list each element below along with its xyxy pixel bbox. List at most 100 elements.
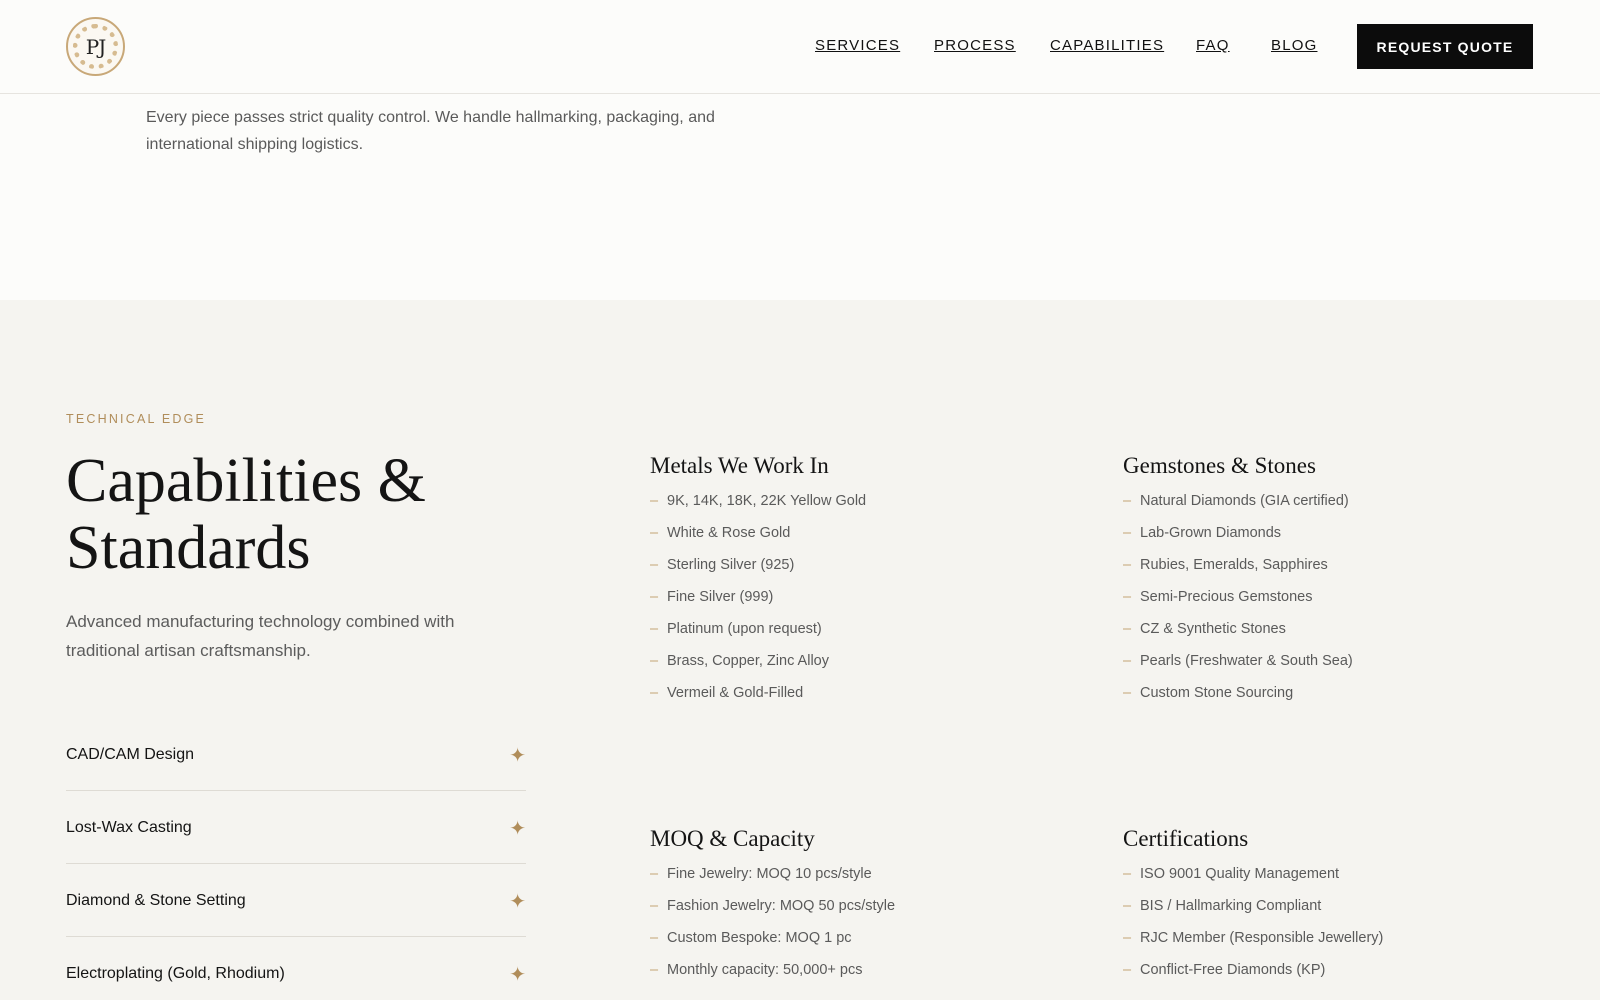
list-item-text: Custom Stone Sourcing (1140, 685, 1294, 701)
list-item: – Fashion Jewelry: MOQ 50 pcs/style (650, 896, 1080, 928)
accordion-item-stone-setting[interactable]: Diamond & Stone Setting ✦ (66, 864, 526, 937)
nav-faq[interactable]: FAQ (1196, 37, 1230, 54)
accordion-label: CAD/CAM Design (66, 746, 195, 763)
dash-icon: – (1123, 962, 1132, 978)
list-item: – Semi-Precious Gemstones (1123, 587, 1553, 619)
sparkle-plus-icon: ✦ (509, 816, 526, 840)
list-item-text: Platinum (upon request) (667, 621, 822, 637)
list-item: – Monthly capacity: 50,000+ pcs (650, 960, 1080, 992)
list-item-text: Semi-Precious Gemstones (1140, 589, 1313, 605)
list-item-text: Fashion Jewelry: MOQ 50 pcs/style (667, 898, 896, 914)
list-item: – Pearls (Freshwater & South Sea) (1123, 651, 1553, 683)
list-item-text: Brass, Copper, Zinc Alloy (667, 653, 829, 669)
list-item-text: RJC Member (Responsible Jewellery) (1140, 930, 1384, 946)
list-item-text: Pearls (Freshwater & South Sea) (1140, 653, 1353, 669)
section-title: Capabilities & Standards (66, 447, 426, 582)
nav-capabilities[interactable]: CAPABILITIES (1050, 37, 1164, 54)
dash-icon: – (1123, 685, 1132, 701)
accordion-item-cad-cam[interactable]: CAD/CAM Design ✦ (66, 718, 526, 791)
logo[interactable]: PJ (66, 17, 125, 76)
metals-list: –9K, 14K, 18K, 22K Yellow Gold – White & … (650, 491, 1080, 715)
dash-icon: – (1123, 898, 1132, 914)
nav-process[interactable]: PROCESS (934, 37, 1016, 54)
dash-icon: – (1123, 493, 1132, 509)
dash-icon: – (1123, 621, 1132, 637)
accordion-label: Diamond & Stone Setting (66, 892, 246, 909)
list-item: – White & Rose Gold (650, 523, 1080, 555)
nav-services[interactable]: SERVICES (815, 37, 900, 54)
list-item: – Sterling Silver (925) (650, 555, 1080, 587)
moq-list: – Fine Jewelry: MOQ 10 pcs/style – Fashion… (650, 864, 1080, 992)
certifications-list: – ISO 9001 Quality Management – BIS / Hall… (1123, 864, 1553, 992)
dash-icon: – (1123, 525, 1132, 541)
list-item-text: Custom Bespoke: MOQ 1 pc (667, 930, 852, 946)
metals-title: Metals We Work In (650, 453, 829, 478)
list-item-text: ISO 9001 Quality Management (1140, 866, 1340, 882)
sparkle-plus-icon: ✦ (509, 743, 526, 767)
logo-text: PJ (85, 34, 106, 59)
dash-icon: – (1123, 866, 1132, 882)
gemstones-block: Gemstones & Stones – Natural Diamonds (GI… (1123, 453, 1553, 715)
metals-block: Metals We Work In –9K, 14K, 18K, 22K Yel… (650, 453, 1080, 715)
list-item: – Lab-Grown Diamonds (1123, 523, 1553, 555)
gemstones-list: – Natural Diamonds (GIA certified) – Lab-G… (1123, 491, 1553, 715)
dash-icon: – (650, 589, 659, 605)
list-item-text: Conflict-Free Diamonds (KP) (1140, 962, 1326, 978)
accordion-item-lost-wax[interactable]: Lost-Wax Casting ✦ (66, 791, 526, 864)
list-item: – Natural Diamonds (GIA certified) (1123, 491, 1553, 523)
site-header: PJ SERVICES PROCESS CAPABILITIES FAQ BLO… (0, 0, 1600, 94)
list-item-text: BIS / Hallmarking Compliant (1140, 898, 1322, 914)
dash-icon: – (1123, 653, 1132, 669)
list-item-text: Sterling Silver (925) (667, 557, 795, 573)
list-item: – Platinum (upon request) (650, 619, 1080, 651)
accordion-item-electroplating[interactable]: Electroplating (Gold, Rhodium) ✦ (66, 937, 526, 1000)
section-description: Advanced manufacturing technology combin… (66, 612, 455, 660)
dash-icon: – (650, 525, 659, 541)
dash-icon: – (650, 557, 659, 573)
dash-icon: – (650, 962, 659, 978)
sparkle-plus-icon: ✦ (509, 889, 526, 913)
list-item: – ISO 9001 Quality Management (1123, 864, 1553, 896)
dash-icon: – (650, 621, 659, 637)
list-item: – Vermeil & Gold-Filled (650, 683, 1080, 715)
accordion-label: Lost-Wax Casting (66, 819, 192, 836)
list-item-text: Monthly capacity: 50,000+ pcs (667, 962, 863, 978)
nav-blog[interactable]: BLOG (1271, 37, 1317, 54)
list-item-text: Fine Jewelry: MOQ 10 pcs/style (667, 866, 872, 882)
list-item: –9K, 14K, 18K, 22K Yellow Gold (650, 491, 1080, 523)
request-quote-button[interactable]: REQUEST QUOTE (1357, 24, 1533, 69)
list-item: – Fine Silver (999) (650, 587, 1080, 619)
list-item: – Brass, Copper, Zinc Alloy (650, 651, 1080, 683)
quality-section: Every piece passes strict quality contro… (0, 94, 1600, 300)
list-item-text: White & Rose Gold (667, 525, 791, 541)
moq-block: MOQ & Capacity – Fine Jewelry: MOQ 10 pcs… (650, 826, 1080, 992)
moq-title: MOQ & Capacity (650, 826, 815, 851)
dash-icon: – (1123, 557, 1132, 573)
list-item-text: Vermeil & Gold-Filled (667, 685, 804, 701)
list-item-text: Natural Diamonds (GIA certified) (1140, 493, 1349, 509)
dash-icon: – (1123, 930, 1132, 946)
list-item-text: Lab-Grown Diamonds (1140, 525, 1282, 541)
list-item-text: CZ & Synthetic Stones (1140, 621, 1286, 637)
dash-icon: – (650, 653, 659, 669)
quality-text: Every piece passes strict quality contro… (146, 109, 715, 153)
list-item-text: Fine Silver (999) (667, 589, 774, 605)
certifications-title: Certifications (1123, 826, 1249, 851)
dash-icon: – (650, 866, 659, 882)
dash-icon: – (650, 493, 659, 509)
list-item: – Fine Jewelry: MOQ 10 pcs/style (650, 864, 1080, 896)
dash-icon: – (650, 930, 659, 946)
certifications-block: Certifications – ISO 9001 Quality Managem… (1123, 826, 1553, 992)
list-item: – Custom Bespoke: MOQ 1 pc (650, 928, 1080, 960)
list-item-text: Rubies, Emeralds, Sapphires (1140, 557, 1328, 573)
capabilities-accordion: CAD/CAM Design ✦ Lost-Wax Casting ✦ Diam… (66, 718, 526, 1000)
dash-icon: – (650, 685, 659, 701)
gemstones-title: Gemstones & Stones (1123, 453, 1316, 478)
list-item-text: 9K, 14K, 18K, 22K Yellow Gold (667, 493, 867, 509)
section-eyebrow: TECHNICAL EDGE (66, 412, 207, 426)
list-item: – Conflict-Free Diamonds (KP) (1123, 960, 1553, 992)
dash-icon: – (650, 898, 659, 914)
dash-icon: – (1123, 589, 1132, 605)
list-item: – RJC Member (Responsible Jewellery) (1123, 928, 1553, 960)
sparkle-plus-icon: ✦ (509, 962, 526, 986)
